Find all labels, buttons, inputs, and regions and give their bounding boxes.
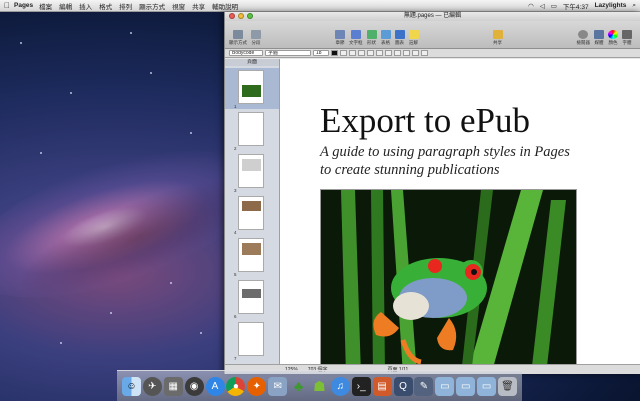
menu-format[interactable]: 格式 — [99, 1, 112, 11]
page-thumbnail[interactable]: 3 — [225, 152, 279, 193]
battery-icon[interactable]: ▭ — [551, 2, 557, 10]
menu-arrange[interactable]: 排列 — [119, 1, 132, 11]
itunes-icon[interactable]: ♫ — [330, 376, 350, 396]
folder-icon[interactable]: ▭ — [456, 376, 476, 396]
columns-button[interactable] — [412, 50, 419, 56]
zoom-window-button[interactable] — [247, 13, 253, 19]
sidebar-header: 頁面 — [225, 59, 279, 66]
firefox-icon[interactable]: ✦ — [247, 376, 267, 396]
dock: ☺ ✈ ▦ ◉ A ● ✦ ✉ ♣ ☗ ♫ ›_ ▤ Q ✎ ▭ ▭ ▭ 🗑 — [117, 370, 522, 401]
line-spacing-button[interactable] — [403, 50, 410, 56]
page-thumbnails-sidebar: 頁面 1 2 3 4 5 6 7 — [225, 59, 280, 364]
menu-help[interactable]: 輔助說明 — [212, 1, 238, 11]
colors-button[interactable]: 顏色 — [608, 30, 618, 46]
toolbar: 顯示方式 分段 章節 文字框 形狀 表格 圖表 註解 共享 檢閱器 媒體 顏色 … — [225, 21, 640, 49]
finder-icon[interactable]: ☺ — [121, 376, 141, 396]
document-canvas[interactable]: Export to ePub A guide to using paragrap… — [280, 59, 640, 364]
font-select[interactable]: 字體 — [265, 50, 311, 56]
text-color-well[interactable] — [331, 50, 338, 56]
comment-button[interactable]: 註解 — [408, 30, 419, 46]
page-thumbnail[interactable]: 4 — [225, 194, 279, 235]
window-title: 無題.pages — 已編輯 — [403, 13, 462, 19]
app-store-icon[interactable]: A — [205, 376, 225, 396]
close-window-button[interactable] — [229, 13, 235, 19]
mission-control-icon[interactable]: ▦ — [163, 376, 183, 396]
textbox-button[interactable]: 文字框 — [349, 30, 363, 46]
dashboard-icon[interactable]: ◉ — [184, 376, 204, 396]
align-center-button[interactable] — [376, 50, 383, 56]
mail-icon[interactable]: ✉ — [268, 376, 288, 396]
frog-photo[interactable] — [320, 189, 577, 364]
media-button[interactable]: 媒體 — [594, 30, 604, 46]
list-button[interactable] — [421, 50, 428, 56]
align-right-button[interactable] — [385, 50, 392, 56]
menu-bar:  Pages 檔案 編輯 插入 格式 排列 顯示方式 視窗 共享 輔助說明 ◠… — [0, 0, 640, 12]
launchpad-icon[interactable]: ✈ — [142, 376, 162, 396]
align-left-button[interactable] — [367, 50, 374, 56]
menu-insert[interactable]: 插入 — [79, 1, 92, 11]
page-thumbnail[interactable]: 1 — [225, 68, 279, 109]
chrome-icon[interactable]: ● — [226, 376, 246, 396]
shapes-button[interactable]: 形狀 — [366, 30, 377, 46]
inspector-button[interactable]: 檢閱器 — [577, 30, 590, 46]
wifi-icon[interactable]: ◠ — [528, 2, 534, 10]
page-thumbnail[interactable]: 5 — [225, 236, 279, 277]
share-button[interactable]: 共享 — [492, 30, 503, 46]
window-titlebar: 無題.pages — 已編輯 — [225, 12, 640, 21]
terminal-icon[interactable]: ›_ — [351, 376, 371, 396]
quicktime-icon[interactable]: Q — [393, 376, 413, 396]
page-thumbnail[interactable]: 6 — [225, 278, 279, 319]
chapter-button[interactable]: 章節 — [335, 30, 345, 46]
menu-file[interactable]: 檔案 — [39, 1, 52, 11]
sections-button[interactable]: 分段 — [251, 30, 261, 46]
justify-button[interactable] — [394, 50, 401, 56]
page-thumbnail[interactable]: 2 — [225, 110, 279, 151]
pages-window: 無題.pages — 已編輯 顯示方式 分段 章節 文字框 形狀 表格 圖表 註… — [224, 12, 640, 374]
chart-button[interactable]: 圖表 — [394, 30, 405, 46]
bold-button[interactable] — [340, 50, 347, 56]
tree-icon[interactable]: ♣ — [289, 377, 308, 396]
format-bar: Bodycode 字體 18 — [225, 49, 640, 58]
menu-share[interactable]: 共享 — [192, 1, 205, 11]
apple-icon[interactable]:  — [0, 1, 14, 10]
underline-button[interactable] — [358, 50, 365, 56]
folder-icon[interactable]: ▭ — [477, 376, 497, 396]
user-name[interactable]: Lazylights — [595, 2, 627, 9]
desktop-wallpaper — [0, 12, 230, 401]
menu-window[interactable]: 視窗 — [172, 1, 185, 11]
view-button[interactable]: 顯示方式 — [229, 30, 247, 46]
presentation-icon[interactable]: ▤ — [372, 376, 392, 396]
document-title[interactable]: Export to ePub — [320, 101, 530, 141]
page-thumbnail[interactable]: 7 — [225, 320, 279, 361]
italic-button[interactable] — [349, 50, 356, 56]
table-button[interactable]: 表格 — [380, 30, 391, 46]
trash-icon[interactable]: 🗑 — [497, 376, 517, 396]
pen-icon[interactable]: ✎ — [414, 376, 434, 396]
paragraph-style-select[interactable]: Bodycode — [229, 50, 263, 56]
app-name-menu[interactable]: Pages — [14, 2, 33, 9]
minimize-window-button[interactable] — [238, 13, 244, 19]
font-size-select[interactable]: 18 — [313, 50, 329, 56]
document-subtitle[interactable]: A guide to using paragraph styles in Pag… — [320, 143, 570, 179]
spotlight-icon[interactable]: ⌕ — [632, 2, 636, 10]
menu-edit[interactable]: 編輯 — [59, 1, 72, 11]
android-icon[interactable]: ☗ — [310, 377, 329, 396]
folder-icon[interactable]: ▭ — [435, 376, 455, 396]
volume-icon[interactable]: ◁ — [540, 2, 545, 10]
fonts-button[interactable]: 字體 — [622, 30, 632, 46]
menu-view[interactable]: 顯示方式 — [139, 1, 165, 11]
clock[interactable]: 下午4:37 — [563, 1, 589, 11]
